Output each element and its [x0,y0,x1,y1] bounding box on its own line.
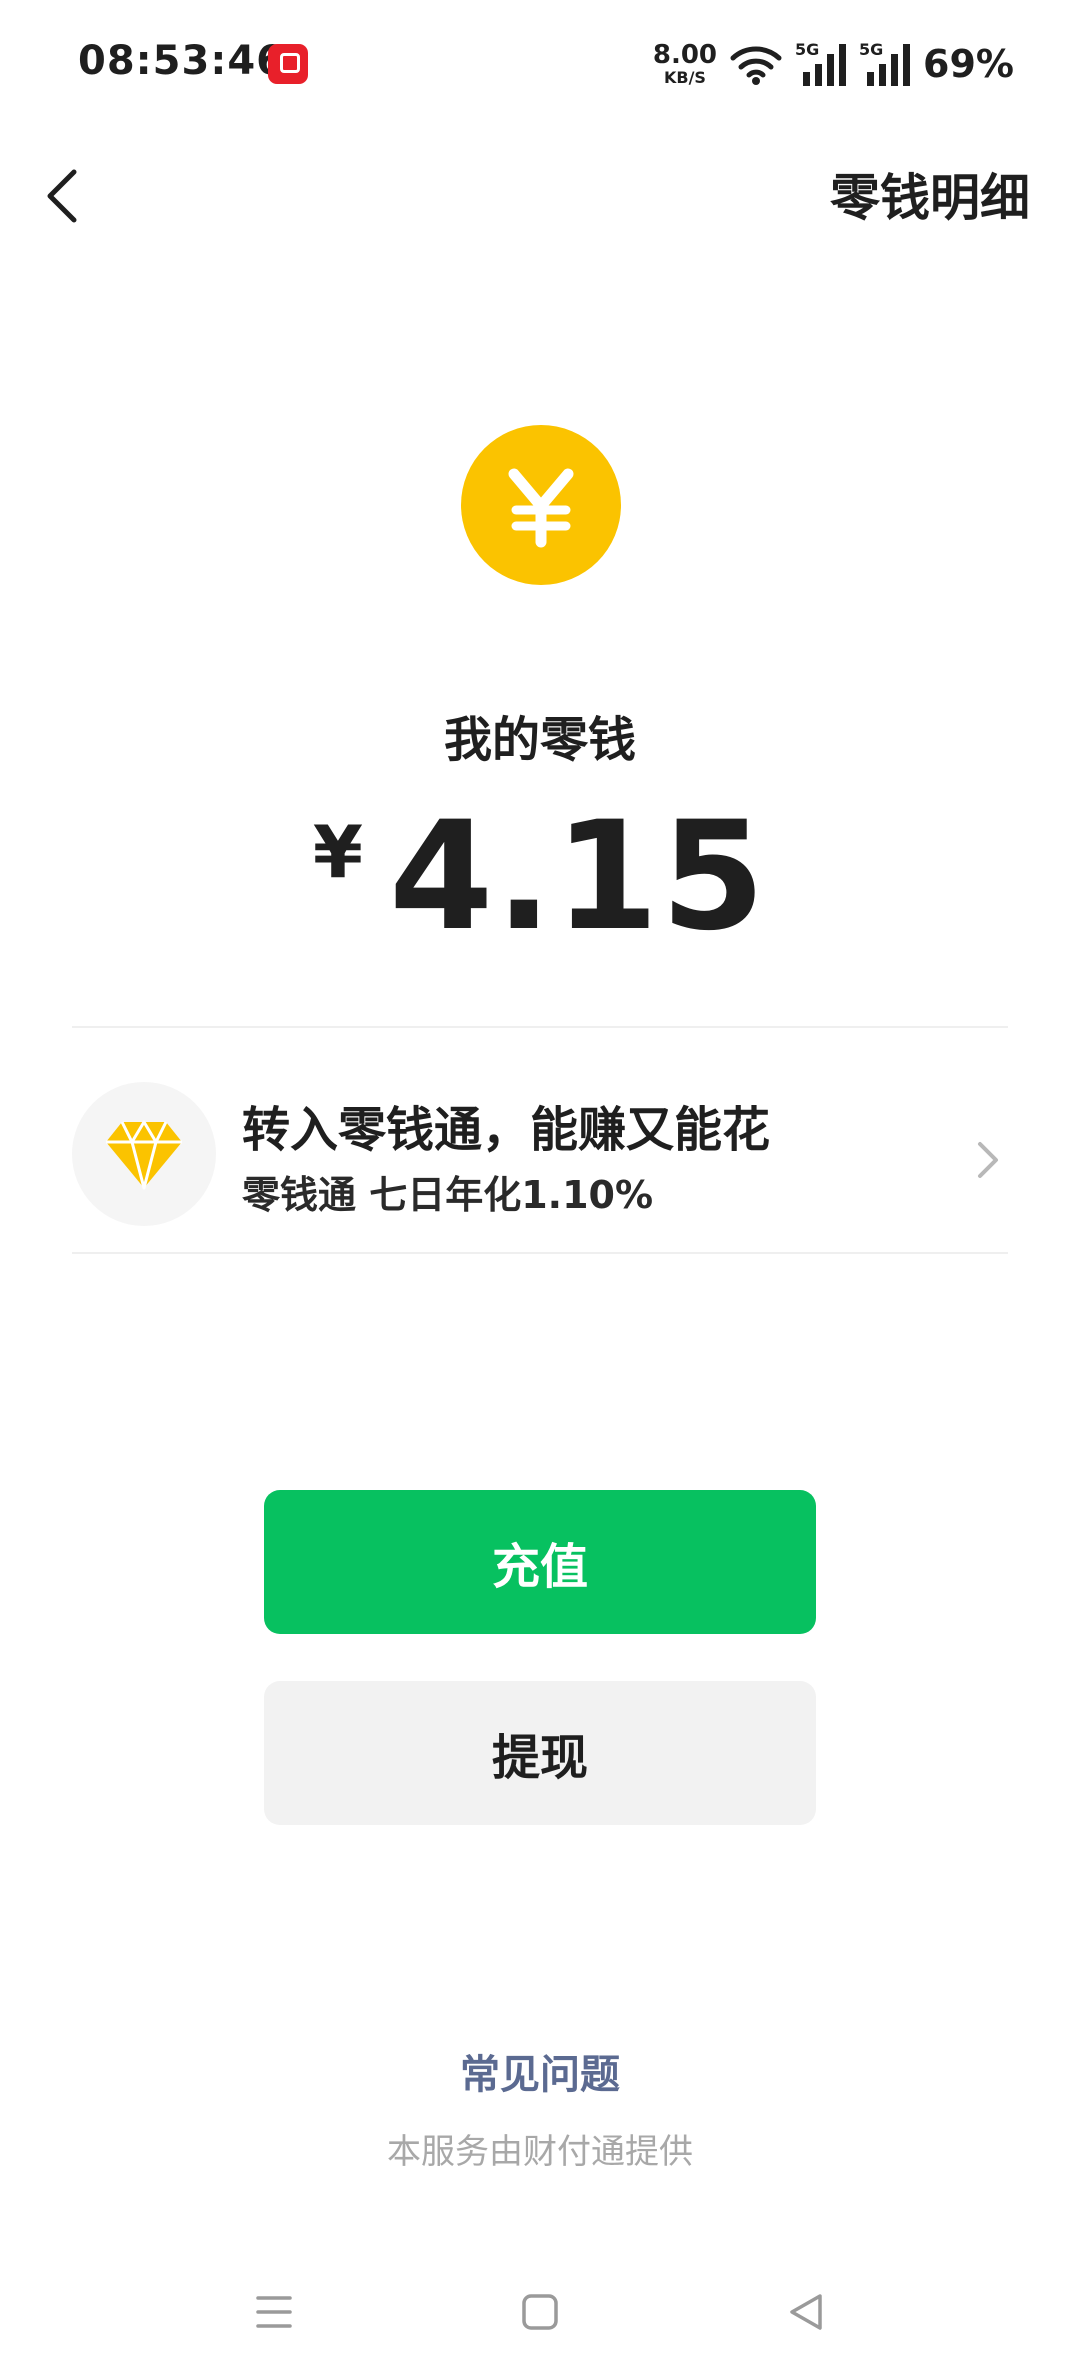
divider [72,1252,1008,1254]
network-speed-value: 8.00 [652,40,718,70]
chevron-right-icon [978,1142,998,1178]
battery-level: 69% [923,42,1014,86]
balance-value: 4.15 [389,790,768,964]
back-triangle-icon[interactable] [776,2282,836,2342]
balance-label: 我的零钱 [443,712,636,768]
promo-subtitle: 零钱通 七日年化1.10% [242,1173,654,1217]
status-bar: 08:53:46 8.00 KB/S 5G 5G 69% [0,0,1080,130]
sim1-network-type: 5G [795,40,820,59]
divider [72,1026,1008,1028]
yuan-symbol-icon [508,468,574,548]
diamond-icon [106,1120,182,1190]
chevron-left-icon [47,169,77,223]
network-speed: 8.00 KB/S [653,42,717,86]
yuan-coin-icon [461,425,621,585]
signal-sim2-icon: 5G [859,40,911,88]
top-nav: 零钱明细 [0,130,1080,260]
withdraw-button[interactable]: 提现 [264,1681,816,1825]
currency-symbol: ¥ [312,810,363,894]
network-speed-unit: KB/S [663,68,706,87]
change-details-link[interactable]: 零钱明细 [830,158,1030,230]
back-button[interactable] [36,160,96,230]
promo-title: 转入零钱通，能赚又能花 [242,1102,771,1158]
lingqiantong-promo[interactable]: 转入零钱通，能赚又能花 零钱通 七日年化1.10% [72,1040,1008,1262]
menu-icon[interactable] [244,2282,304,2342]
faq-link[interactable]: 常见问题 [0,2042,1080,2100]
wifi-icon [730,46,782,85]
recharge-button[interactable]: 充值 [264,1490,816,1634]
app-notification-icon [268,44,308,84]
sim2-network-type: 5G [859,40,884,59]
promo-icon-container [72,1082,216,1226]
system-nav-bar [0,2260,1080,2360]
status-indicators: 8.00 KB/S 5G 5G 69% [653,36,1014,92]
home-icon[interactable] [510,2282,570,2342]
status-time: 08:53:46 [78,38,285,84]
balance-amount: ¥4.15 [0,790,1080,964]
provider-note: 本服务由财付通提供 [387,2132,693,2172]
signal-sim1-icon: 5G [795,40,847,88]
